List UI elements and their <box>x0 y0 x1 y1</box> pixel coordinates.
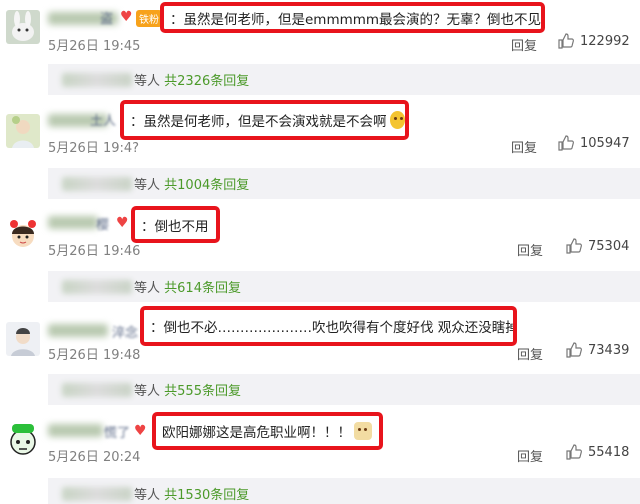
like-button[interactable]: 73439 <box>566 342 629 358</box>
blurred-username <box>62 176 132 191</box>
blurred-username <box>62 486 132 501</box>
reply-button[interactable]: 回复 <box>517 344 543 363</box>
avatar[interactable] <box>6 216 40 250</box>
reply-count-link[interactable]: 共555条回复 <box>164 384 241 399</box>
grin-icon <box>389 111 405 129</box>
blurred-username <box>62 72 132 87</box>
heart-icon: ♥ <box>116 215 129 231</box>
avatar[interactable] <box>6 114 40 148</box>
sub-reply-bar[interactable]: 等人 共2326条回复 <box>48 64 640 95</box>
reply-button[interactable]: 回复 <box>511 35 537 54</box>
comment-date: 5月26日 19:48 <box>48 348 141 363</box>
like-count: 73439 <box>588 342 630 358</box>
highlighted-comment-text: ：倒也不必…………………吹也吹得有个度好伐 观众还没瞎掉 <box>140 306 517 346</box>
like-button[interactable]: 75304 <box>566 238 629 254</box>
username-tail[interactable]: 淬念 <box>112 322 138 341</box>
thumbs-up-icon <box>566 238 582 254</box>
sub-reply-bar[interactable]: 等人 共1530条回复 <box>48 478 640 504</box>
comment-date: 5月26日 19:46 <box>48 244 141 259</box>
username-tail[interactable]: 樱 <box>96 214 109 233</box>
cat-icon <box>354 422 372 440</box>
reply-count-link[interactable]: 共1530条回复 <box>164 488 249 503</box>
highlighted-comment-text: 欧阳娜娜这是高危职业啊！！！ <box>152 412 383 450</box>
comment-date: 5月26日 19:45 <box>48 39 141 54</box>
thumbs-up-icon <box>566 342 582 358</box>
blurred-username <box>62 279 132 294</box>
reply-count-link[interactable]: 共1004条回复 <box>164 178 249 193</box>
avatar[interactable] <box>6 322 40 356</box>
thumbs-up-icon <box>558 135 574 151</box>
reply-button[interactable]: 回复 <box>517 446 543 465</box>
fan-badge: 铁粉 <box>136 10 162 27</box>
like-button[interactable]: 55418 <box>566 444 629 460</box>
like-count: 75304 <box>588 238 630 254</box>
thumbs-up-icon <box>558 33 574 49</box>
heart-icon: ♥ <box>134 423 147 439</box>
reply-count-link[interactable]: 共614条回复 <box>164 281 241 296</box>
sub-reply-bar[interactable]: 等人 共1004条回复 <box>48 168 640 199</box>
highlighted-comment-text: ：虽然是何老师，但是不会演戏就是不会啊 <box>120 100 409 140</box>
highlighted-comment-text: ：倒也不用 <box>131 206 220 243</box>
avatar[interactable] <box>6 422 40 456</box>
heart-icon: ♥ <box>120 9 133 25</box>
like-count: 55418 <box>588 444 630 460</box>
blurred-username <box>62 382 132 397</box>
username-tail[interactable]: 土人 <box>90 110 116 129</box>
reply-button[interactable]: 回复 <box>511 137 537 156</box>
like-button[interactable]: 122992 <box>558 33 630 49</box>
username-tail[interactable]: 慌了 <box>104 422 130 441</box>
like-count: 122992 <box>580 33 630 49</box>
sub-reply-bar[interactable]: 等人 共614条回复 <box>48 271 640 302</box>
username-tail[interactable]: 盗 <box>100 8 113 27</box>
comment-date: 5月26日 19:4? <box>48 141 140 156</box>
reply-button[interactable]: 回复 <box>517 240 543 259</box>
like-count: 105947 <box>580 135 630 151</box>
avatar[interactable] <box>6 10 40 44</box>
reply-count-link[interactable]: 共2326条回复 <box>164 74 249 89</box>
sub-reply-bar[interactable]: 等人 共555条回复 <box>48 374 640 405</box>
thumbs-up-icon <box>566 444 582 460</box>
highlighted-comment-text: ：虽然是何老师，但是emmmmm最会演的？无辜？倒也不见得 <box>160 2 545 33</box>
comment-date: 5月26日 20:24 <box>48 450 141 465</box>
like-button[interactable]: 105947 <box>558 135 630 151</box>
